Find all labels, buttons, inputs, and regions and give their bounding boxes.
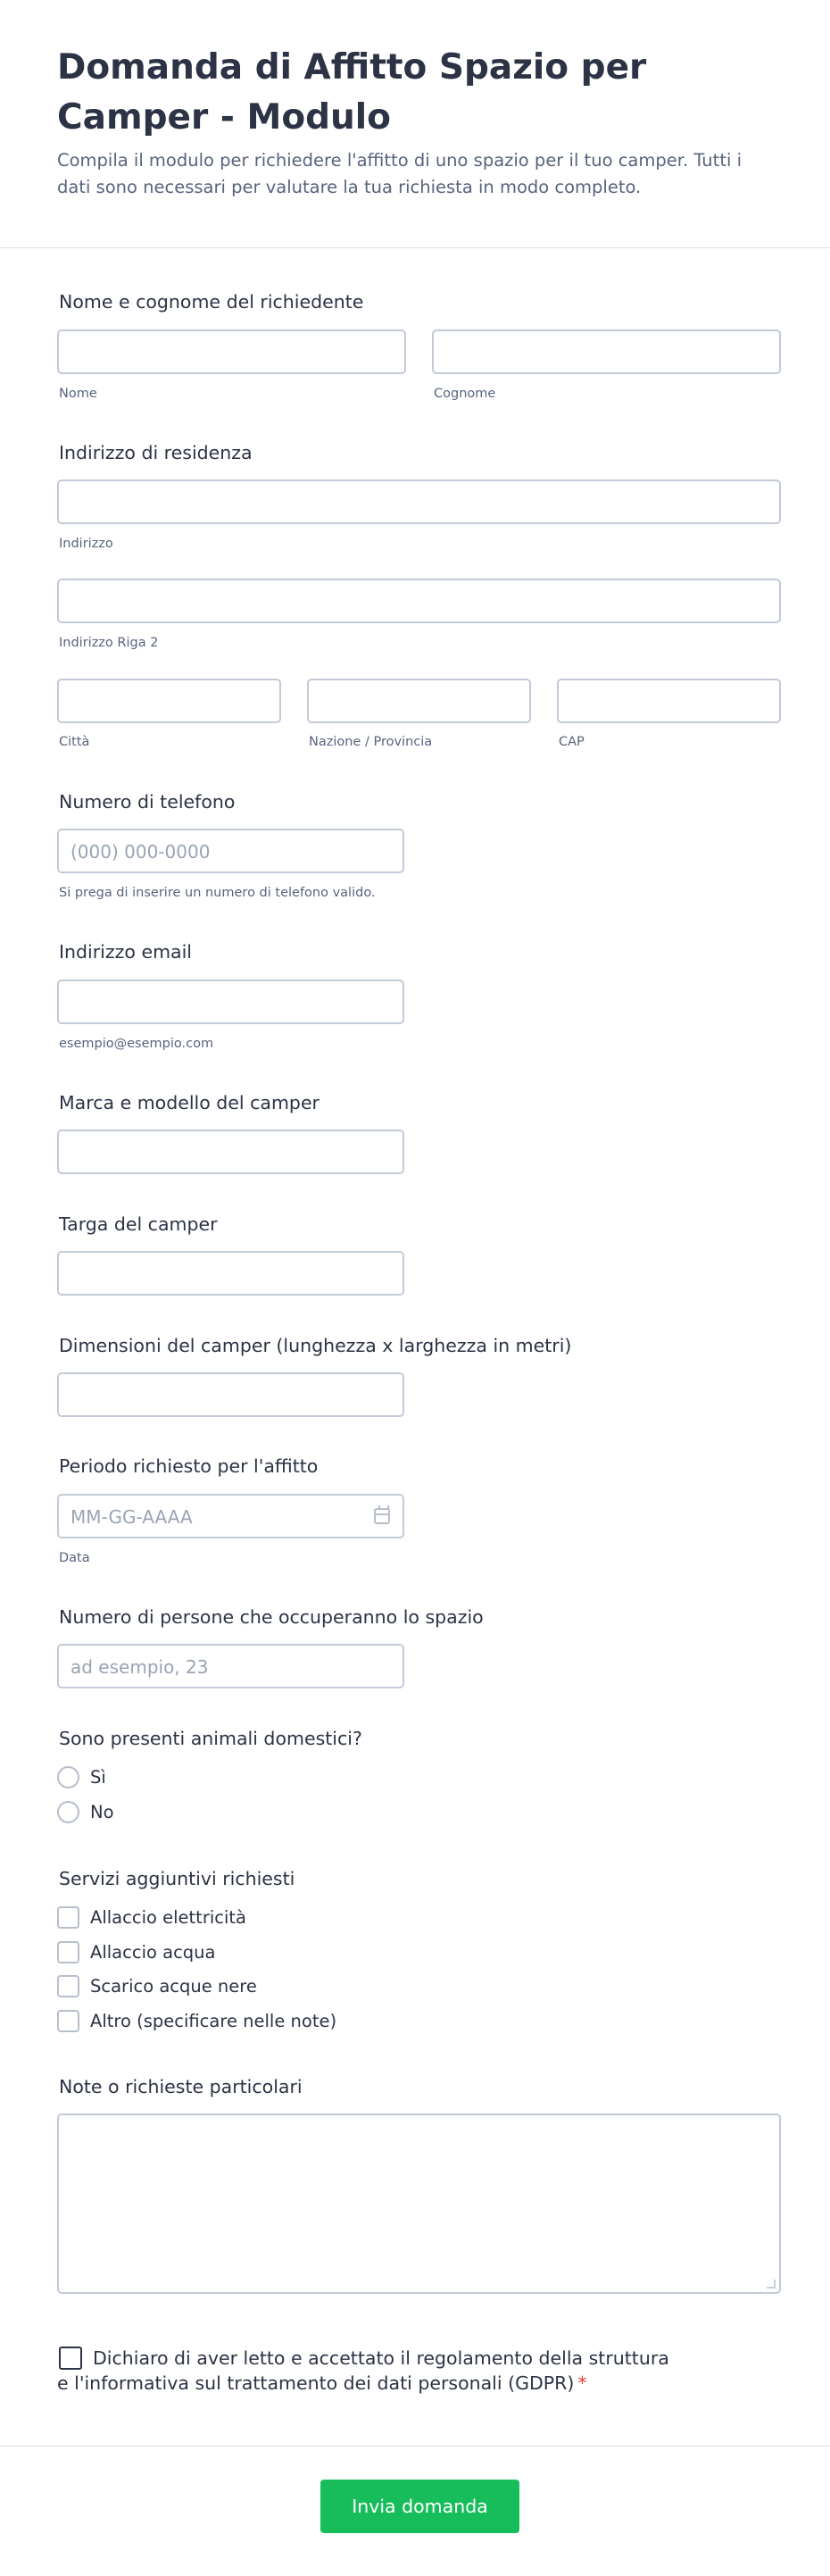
people-placeholder: ad esempio, 23 xyxy=(71,1656,209,1678)
zip-sublabel: CAP xyxy=(559,735,585,749)
last-name-sublabel: Cognome xyxy=(434,387,496,401)
checkbox[interactable] xyxy=(57,1906,79,1929)
address-line2-input[interactable] xyxy=(57,579,781,623)
dimensions-input[interactable] xyxy=(57,1372,404,1417)
camper-model-input[interactable] xyxy=(57,1130,404,1174)
last-name-input[interactable] xyxy=(432,329,781,374)
pets-label: Sono presenti animali domestici? xyxy=(59,1728,362,1749)
pets-option-label: Sì xyxy=(90,1767,106,1788)
phone-sublabel: Si prega di inserire un numero di telefo… xyxy=(59,886,376,900)
phone-placeholder: (000) 000-0000 xyxy=(71,841,211,863)
notes-label: Note o richieste particolari xyxy=(59,2076,303,2097)
address-line1-input[interactable] xyxy=(57,479,781,524)
calendar-icon[interactable] xyxy=(374,1505,390,1524)
service-option-label: Scarico acque nere xyxy=(90,1976,257,1997)
resize-handle-icon[interactable] xyxy=(767,2280,776,2288)
plate-input[interactable] xyxy=(57,1251,404,1296)
city-sublabel: Città xyxy=(59,735,90,749)
checkbox[interactable] xyxy=(57,1941,79,1963)
pets-option-label: No xyxy=(90,1802,114,1822)
checkbox[interactable] xyxy=(57,2010,79,2032)
camper-model-label: Marca e modello del camper xyxy=(59,1092,320,1113)
period-sublabel: Data xyxy=(59,1551,90,1565)
address-line2-sublabel: Indirizzo Riga 2 xyxy=(59,636,159,650)
period-label: Periodo richiesto per l'affitto xyxy=(59,1455,319,1477)
service-option-label: Altro (specificare nelle note) xyxy=(90,2011,337,2031)
service-option-label: Allaccio elettricità xyxy=(90,1907,246,1928)
city-input[interactable] xyxy=(57,679,281,723)
state-sublabel: Nazione / Provincia xyxy=(309,735,433,749)
consent-label: Dichiaro di aver letto e accettato il re… xyxy=(57,2346,682,2396)
address-line1-sublabel: Indirizzo xyxy=(59,537,113,551)
form-title: Domanda di Affitto Spazio per Camper - M… xyxy=(57,47,647,138)
required-asterisk: * xyxy=(577,2372,587,2394)
submit-button[interactable]: Invia domanda xyxy=(320,2480,519,2533)
period-placeholder: MM-GG-AAAA xyxy=(71,1506,193,1528)
radio-button[interactable] xyxy=(57,1801,79,1823)
email-label: Indirizzo email xyxy=(59,941,192,963)
checkbox[interactable] xyxy=(57,1975,79,1997)
people-label: Numero di persone che occuperanno lo spa… xyxy=(59,1606,484,1628)
phone-label: Numero di telefono xyxy=(59,791,236,813)
notes-textarea[interactable] xyxy=(57,2113,781,2294)
phone-input[interactable]: (000) 000-0000 xyxy=(57,829,404,873)
period-date-input[interactable]: MM-GG-AAAA xyxy=(57,1494,404,1538)
name-label: Nome e cognome del richiedente xyxy=(59,291,364,313)
plate-label: Targa del camper xyxy=(59,1213,218,1235)
email-sublabel: esempio@esempio.com xyxy=(59,1037,214,1051)
radio-button[interactable] xyxy=(57,1766,79,1788)
address-label: Indirizzo di residenza xyxy=(59,442,253,463)
dimensions-label: Dimensioni del camper (lunghezza x largh… xyxy=(59,1335,572,1356)
people-input[interactable]: ad esempio, 23 xyxy=(57,1644,404,1688)
form-description: Compila il modulo per richiedere l'affit… xyxy=(57,150,742,197)
services-label: Servizi aggiuntivi richiesti xyxy=(59,1868,295,1889)
email-input[interactable] xyxy=(57,980,404,1024)
service-option-label: Allaccio acqua xyxy=(90,1942,216,1963)
zip-input[interactable] xyxy=(557,679,781,723)
form-header: Domanda di Affitto Spazio per Camper - M… xyxy=(0,0,830,248)
first-name-sublabel: Nome xyxy=(59,387,97,401)
footer-divider xyxy=(0,2446,830,2447)
first-name-input[interactable] xyxy=(57,329,406,374)
state-input[interactable] xyxy=(307,679,531,723)
